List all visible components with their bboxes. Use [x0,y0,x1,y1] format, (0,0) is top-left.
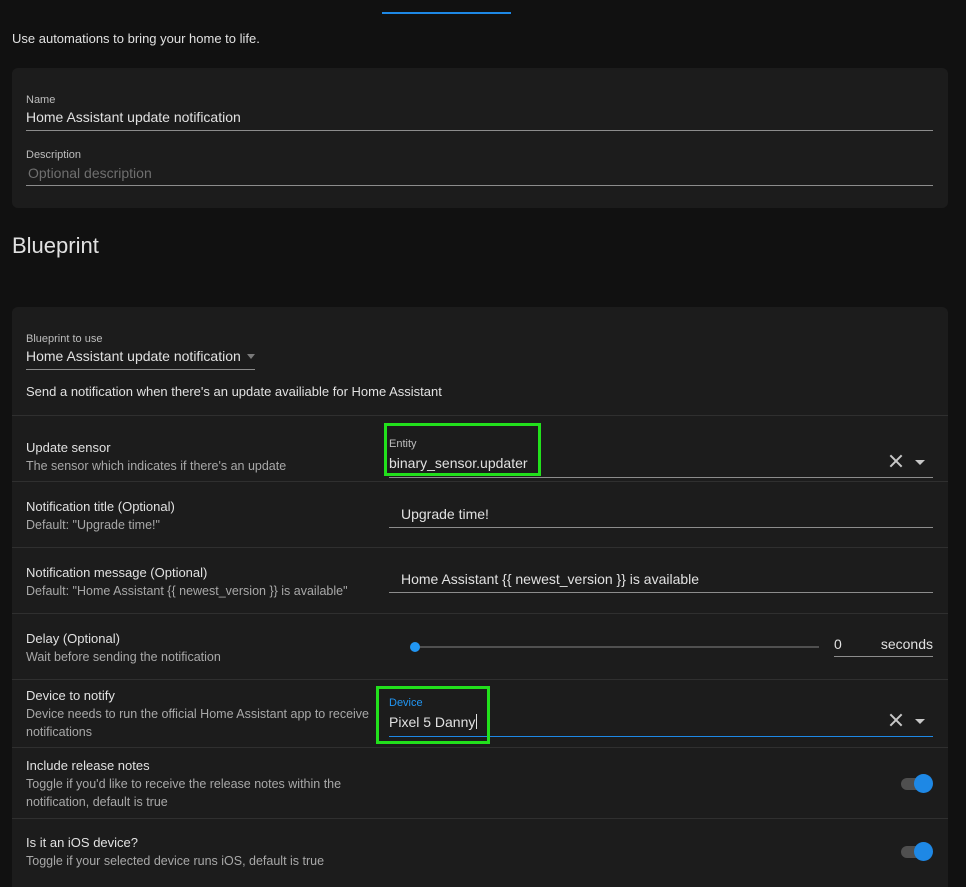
blueprint-select[interactable]: Blueprint to use Home Assistant update n… [26,333,255,370]
input-row-delay: Delay (Optional) Wait before sending the… [12,613,948,679]
input-row-device: Device to notify Device needs to run the… [12,679,948,747]
input-row-release-notes: Include release notes Toggle if you'd li… [12,747,948,818]
description-field[interactable]: Description Optional description [26,149,933,186]
entity-input[interactable]: binary_sensor.updater [389,455,528,471]
delay-unit: seconds [871,636,933,657]
blueprint-description: Send a notification when there's an upda… [26,384,442,399]
blueprint-select-value[interactable]: Home Assistant update notification [26,348,255,370]
delay-slider-handle[interactable] [410,642,420,652]
text-cursor [476,714,478,729]
release-notes-description: Toggle if you'd like to receive the rele… [26,777,342,809]
notification-message-title: Notification message (Optional) [26,565,208,580]
delay-description: Wait before sending the notification [26,650,221,664]
delay-title: Delay (Optional) [26,631,120,646]
delay-slider-control: 0 seconds [389,632,933,662]
input-row-notification-title: Notification title (Optional) Default: "… [12,481,948,547]
automation-details-card: Name Home Assistant update notification … [12,68,948,208]
tab-indicator [382,12,511,14]
notification-title-input[interactable]: Upgrade time! [389,506,933,528]
chevron-down-icon[interactable] [915,719,925,724]
ios-device-toggle[interactable] [901,842,933,862]
notification-message-description: Default: "Home Assistant {{ newest_versi… [26,584,348,598]
name-input[interactable]: Home Assistant update notification [26,109,933,131]
close-icon[interactable] [889,713,903,727]
notification-message-input[interactable]: Home Assistant {{ newest_version }} is a… [389,571,933,593]
notification-title-title: Notification title (Optional) [26,499,175,514]
blueprint-select-text: Home Assistant update notification [26,348,241,364]
device-input[interactable]: Pixel 5 Danny [389,714,478,730]
name-field[interactable]: Name Home Assistant update notification [26,94,933,131]
page-subtitle: Use automations to bring your home to li… [12,31,260,46]
release-notes-title: Include release notes [26,758,150,773]
device-description: Device needs to run the official Home As… [26,707,370,739]
notification-title-description: Default: "Upgrade time!" [26,518,160,532]
entity-picker[interactable]: Entity binary_sensor.updater [389,432,933,478]
description-label: Description [26,149,82,161]
delay-slider-track[interactable] [415,646,819,648]
release-notes-toggle[interactable] [901,774,933,794]
chevron-down-icon[interactable] [915,460,925,465]
name-label: Name [26,94,56,106]
blueprint-section-title: Blueprint [12,233,99,258]
ios-device-title: Is it an iOS device? [26,835,138,850]
device-label: Device [389,697,423,709]
blueprint-select-label: Blueprint to use [26,333,103,345]
device-title: Device to notify [26,688,115,703]
input-row-notification-message: Notification message (Optional) Default:… [12,547,948,613]
input-row-update-sensor: Update sensor The sensor which indicates… [12,415,948,481]
close-icon[interactable] [889,454,903,468]
input-row-ios-device: Is it an iOS device? Toggle if your sele… [12,818,948,887]
chevron-down-icon [246,353,255,359]
device-picker[interactable]: Device Pixel 5 Danny [389,691,933,737]
ios-device-description: Toggle if your selected device runs iOS,… [26,854,325,868]
update-sensor-description: The sensor which indicates if there's an… [26,459,287,473]
description-input[interactable]: Optional description [26,165,933,186]
entity-label: Entity [389,438,417,450]
blueprint-card: Blueprint to use Home Assistant update n… [12,307,948,887]
device-input-text: Pixel 5 Danny [389,714,476,730]
update-sensor-title: Update sensor [26,440,111,455]
